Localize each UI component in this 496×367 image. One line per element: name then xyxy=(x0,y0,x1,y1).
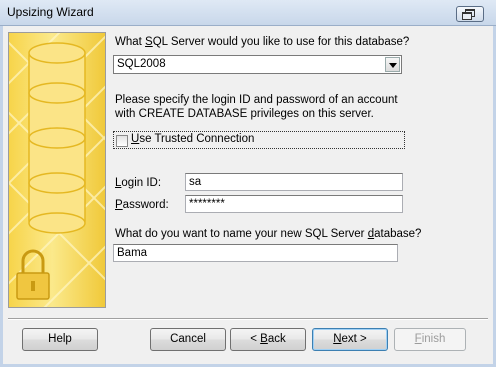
server-select[interactable]: SQL2008 xyxy=(113,55,402,74)
database-name-field[interactable]: Bama xyxy=(113,244,398,262)
chevron-down-icon[interactable] xyxy=(385,57,400,72)
password-label: Password: xyxy=(115,199,169,211)
next-button[interactable]: Next > xyxy=(312,328,388,351)
title-bar: Upsizing Wizard xyxy=(0,0,496,26)
database-lock-icon xyxy=(9,33,105,307)
server-select-value: SQL2008 xyxy=(117,58,166,70)
back-button[interactable]: < Back xyxy=(230,328,306,351)
help-button[interactable]: Help xyxy=(22,328,98,351)
trusted-connection-checkbox[interactable] xyxy=(116,135,128,147)
instructions-line-2: with CREATE DATABASE privileges on this … xyxy=(115,108,374,120)
trusted-connection-label: Use Trusted Connection xyxy=(131,133,255,145)
window-title: Upsizing Wizard xyxy=(7,5,94,19)
login-id-label: Login ID: xyxy=(115,177,162,189)
login-id-field[interactable]: sa xyxy=(185,173,403,191)
login-id-value: sa xyxy=(189,176,202,188)
button-separator xyxy=(8,318,488,320)
restore-button[interactable] xyxy=(456,6,484,22)
trusted-connection-checkbox-row[interactable]: Use Trusted Connection xyxy=(113,131,405,149)
database-name-question: What do you want to name your new SQL Se… xyxy=(115,228,422,240)
database-name-value: Bama xyxy=(117,247,148,259)
server-question: What SQL Server would you like to use fo… xyxy=(115,36,410,48)
password-field[interactable]: ******** xyxy=(185,195,403,213)
instructions-line-1: Please specify the login ID and password… xyxy=(115,94,398,106)
cancel-button[interactable]: Cancel xyxy=(150,328,226,351)
password-value: ******** xyxy=(189,198,225,210)
wizard-side-panel xyxy=(8,32,106,308)
finish-button[interactable]: Finish xyxy=(394,328,466,351)
